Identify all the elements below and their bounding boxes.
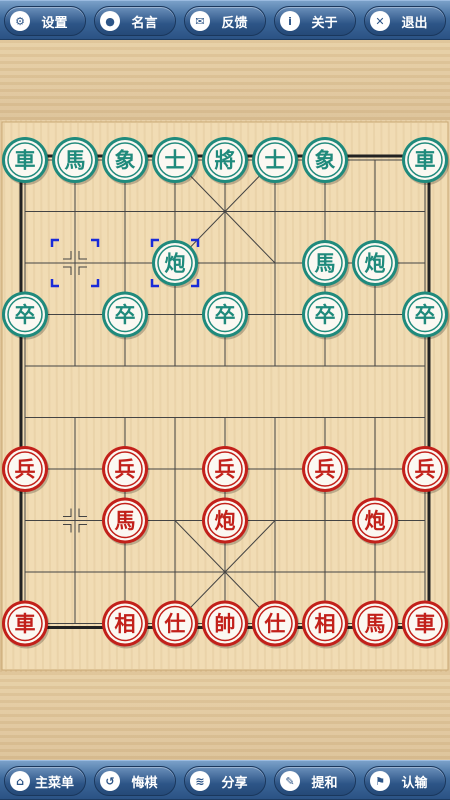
piece-label: 兵 [415, 458, 436, 482]
piece-label: 兵 [115, 458, 136, 482]
mail-icon: ✉ [190, 11, 210, 31]
draw-offer-button-label: 提和 [311, 775, 338, 791]
wood-panel-top [0, 40, 450, 120]
undo-icon: ↺ [100, 771, 120, 791]
exit-button[interactable]: ✕ 退出 [364, 6, 446, 36]
piece-label: 馬 [315, 252, 336, 276]
share-button[interactable]: ≋ 分享 [184, 766, 266, 796]
resign-button-label: 认输 [401, 775, 428, 791]
exit-button-label: 退出 [401, 15, 428, 31]
draw-offer-button[interactable]: ✎ 提和 [274, 766, 356, 796]
main-menu-button-label: 主菜单 [34, 775, 74, 791]
quote-button[interactable]: ● 名言 [94, 6, 176, 36]
piece-label: 炮 [215, 509, 236, 533]
settings-button[interactable]: ⚙ 设置 [4, 6, 86, 36]
piece-label: 炮 [365, 252, 386, 276]
gear-icon: ⚙ [10, 11, 30, 31]
quote-button-label: 名言 [131, 15, 158, 31]
rss-icon: ≋ [190, 771, 210, 791]
home-icon: ⌂ [10, 771, 30, 791]
piece-label: 士 [165, 149, 186, 173]
piece-label: 兵 [315, 458, 336, 482]
piece-label: 仕 [264, 612, 286, 636]
piece-label: 卒 [315, 303, 336, 327]
close-icon: ✕ [370, 11, 390, 31]
piece-label: 炮 [365, 509, 386, 533]
piece-label: 卒 [15, 303, 36, 327]
piece-label: 卒 [215, 303, 236, 327]
piece-label: 將 [215, 149, 236, 173]
main-menu-button[interactable]: ⌂ 主菜单 [4, 766, 86, 796]
resign-button[interactable]: ⚑ 认输 [364, 766, 446, 796]
piece-label: 車 [15, 149, 36, 173]
piece-label: 兵 [215, 458, 236, 482]
chess-board-area: 車馬象士將士象車炮馬炮卒卒卒卒卒兵兵兵兵兵馬炮炮車相仕帥仕相馬車 [0, 120, 450, 672]
piece-label: 馬 [365, 612, 386, 636]
feedback-button-label: 反馈 [221, 15, 248, 31]
flag-icon: ⚑ [370, 771, 390, 791]
piece-label: 車 [15, 612, 36, 636]
piece-label: 士 [265, 149, 286, 173]
speech-bubble-icon: ● [100, 11, 120, 31]
undo-button[interactable]: ↺ 悔棋 [94, 766, 176, 796]
feedback-button[interactable]: ✉ 反馈 [184, 6, 266, 36]
bottom-toolbar: ⌂ 主菜单 ↺ 悔棋 ≋ 分享 ✎ 提和 ⚑ 认输 [0, 760, 450, 800]
xiangqi-board[interactable]: 車馬象士將士象車炮馬炮卒卒卒卒卒兵兵兵兵兵馬炮炮車相仕帥仕相馬車 [0, 120, 450, 672]
info-icon: i [280, 11, 300, 31]
piece-label: 車 [415, 612, 436, 636]
piece-label: 馬 [115, 509, 136, 533]
about-button-label: 关于 [311, 15, 338, 31]
piece-label: 象 [115, 149, 136, 173]
pencil-icon: ✎ [280, 771, 300, 791]
settings-button-label: 设置 [41, 15, 68, 31]
piece-label: 相 [315, 612, 336, 636]
undo-button-label: 悔棋 [131, 775, 158, 791]
top-toolbar: ⚙ 设置 ● 名言 ✉ 反馈 i 关于 ✕ 退出 [0, 0, 450, 40]
piece-label: 象 [315, 149, 336, 173]
wood-panel-bottom [0, 672, 450, 760]
piece-label: 帥 [215, 612, 236, 636]
piece-label: 炮 [165, 252, 186, 276]
piece-label: 仕 [164, 612, 186, 636]
about-button[interactable]: i 关于 [274, 6, 356, 36]
piece-label: 卒 [115, 303, 136, 327]
piece-label: 卒 [415, 303, 436, 327]
piece-label: 馬 [65, 149, 86, 173]
share-button-label: 分享 [221, 775, 248, 791]
piece-label: 車 [415, 149, 436, 173]
piece-label: 相 [115, 612, 136, 636]
piece-label: 兵 [15, 458, 36, 482]
